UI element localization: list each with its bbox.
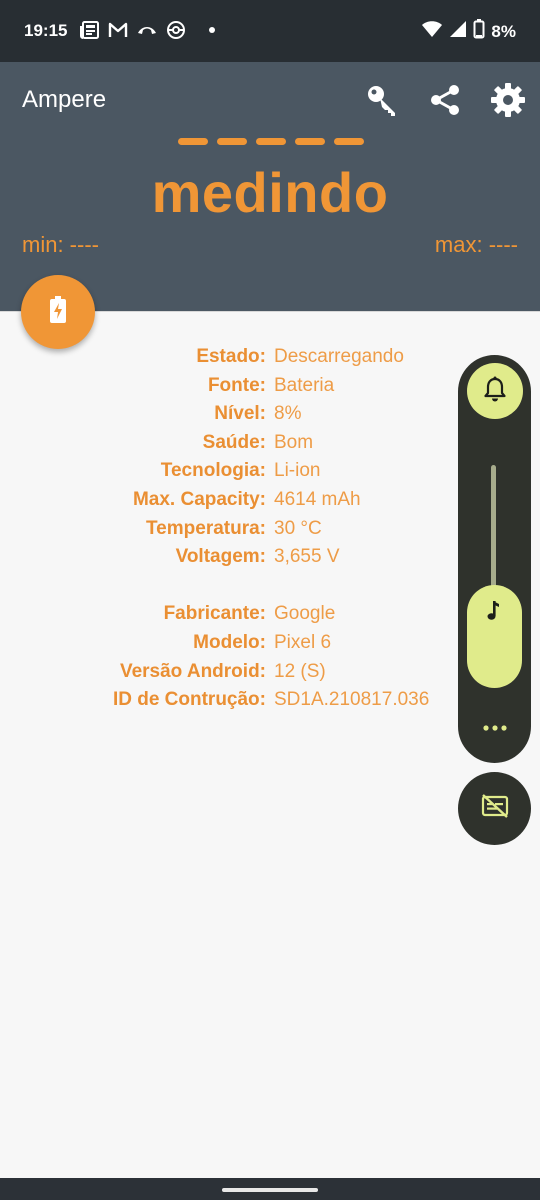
info-label: Voltagem: — [175, 546, 266, 568]
info-value: Bom — [274, 431, 314, 453]
navigation-bar — [0, 1178, 540, 1200]
info-label: Saúde: — [202, 431, 266, 453]
info-value: 4614 mAh — [274, 489, 361, 510]
info-label: Versão Android: — [119, 660, 266, 682]
info-label: Estado: — [196, 346, 266, 367]
ringer-mode-button[interactable] — [467, 363, 523, 419]
media-volume-slider[interactable] — [467, 585, 522, 688]
gmail-icon — [108, 22, 128, 38]
newspaper-icon — [80, 21, 100, 39]
music-note-icon — [484, 599, 504, 628]
battery-charging-icon — [49, 295, 67, 329]
measuring-status-text: medindo — [151, 161, 389, 224]
notification-icons — [80, 20, 216, 40]
info-value: Pixel 6 — [274, 632, 332, 653]
min-value-label: min: ---- — [22, 232, 99, 257]
info-value: Bateria — [274, 374, 335, 396]
info-value: Li-ion — [274, 460, 321, 482]
max-value-label: max: ---- — [434, 232, 518, 257]
info-value: Descarregando — [274, 346, 404, 367]
info-value: 8% — [274, 403, 302, 425]
battery-fab-button[interactable] — [21, 275, 95, 349]
info-value: 12 (S) — [274, 660, 326, 682]
info-value: SD1A.210817.036 — [274, 689, 430, 711]
signal-icon — [449, 20, 467, 43]
info-label: Modelo: — [193, 632, 266, 653]
battery-icon — [473, 19, 485, 44]
info-row-estado: Estado: Descarregando — [0, 346, 540, 374]
info-value: Google — [274, 603, 336, 625]
info-label: ID de Contrução: — [112, 689, 266, 711]
more-dots-icon[interactable] — [482, 719, 508, 737]
info-label: Max. Capacity: — [132, 489, 266, 510]
info-value: 30 °C — [274, 517, 322, 539]
info-label: Tecnologia: — [160, 460, 266, 482]
info-label: Fabricante: — [163, 603, 266, 625]
status-bar: 19:15 8% — [0, 0, 540, 62]
volume-panel — [458, 355, 531, 763]
live-caption-off-icon — [480, 793, 510, 824]
home-gesture-handle[interactable] — [222, 1188, 318, 1192]
wifi-icon — [421, 20, 443, 43]
status-time: 19:15 — [24, 21, 68, 40]
dot-icon — [208, 26, 216, 34]
app-title: Ampere — [22, 86, 107, 113]
live-caption-button[interactable] — [458, 772, 531, 845]
info-label: Nível: — [214, 403, 266, 425]
key-icon[interactable] — [362, 80, 402, 120]
info-label: Fonte: — [207, 374, 266, 396]
settings-icon[interactable] — [488, 80, 528, 120]
info-value: 3,655 V — [274, 546, 340, 568]
system-status-icons: 8% — [421, 19, 516, 44]
share-icon[interactable] — [425, 80, 465, 120]
pokeball-icon — [166, 20, 186, 40]
bell-icon — [483, 376, 507, 407]
info-label: Temperatura: — [145, 517, 266, 539]
measure-placeholder-dashes — [178, 138, 364, 145]
app-header: Ampere medindo min: ---- max: ---- — [0, 62, 540, 311]
call-end-icon — [136, 24, 158, 36]
battery-percent-text: 8% — [491, 21, 516, 41]
